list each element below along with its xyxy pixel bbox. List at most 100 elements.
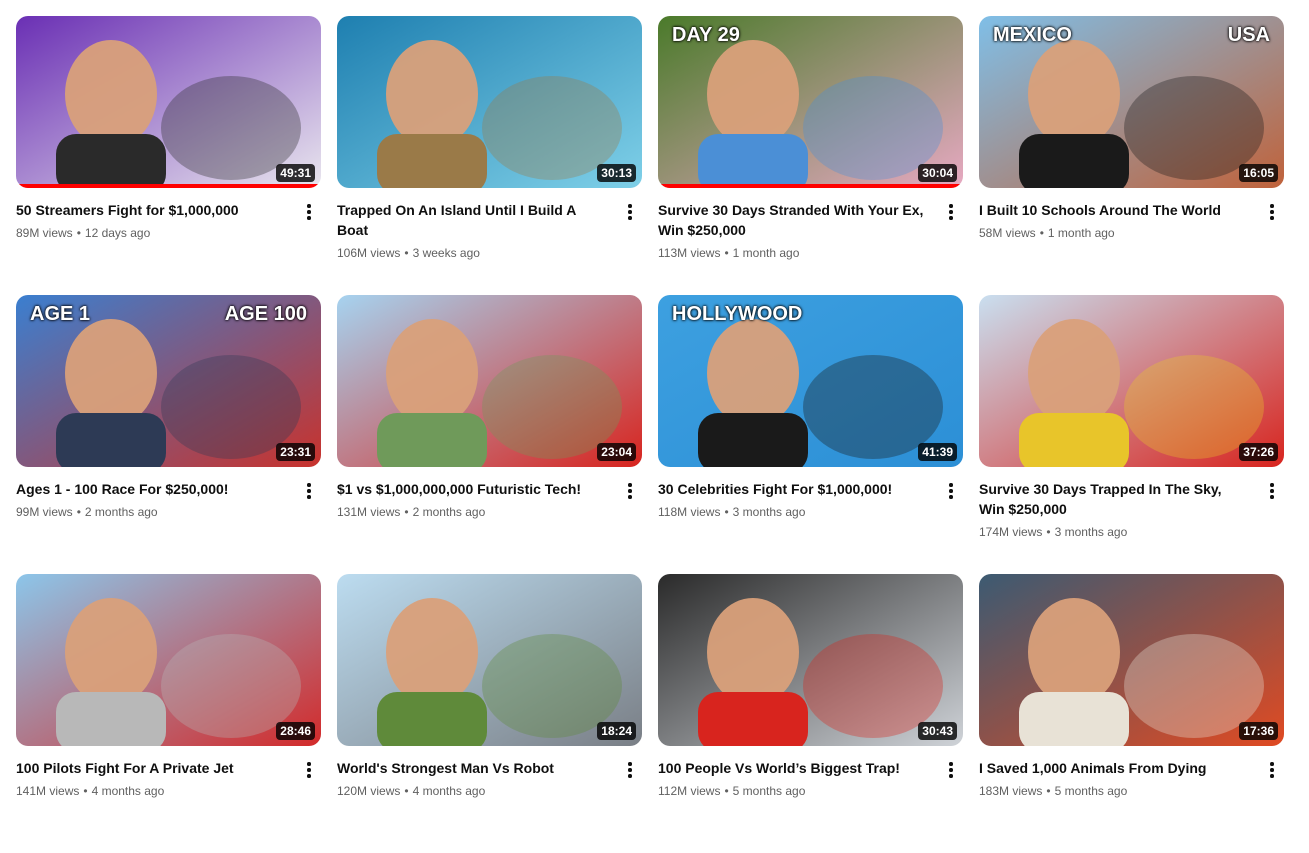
duration-badge: 17:36 [1239,722,1278,740]
video-details: Ages 1 - 100 Race For $250,000! 99M views… [16,479,321,521]
more-vert-icon[interactable] [939,479,963,503]
video-title[interactable]: 100 Pilots Fight For A Private Jet [16,758,287,778]
video-title[interactable]: Ages 1 - 100 Race For $250,000! [16,479,287,499]
duration-badge: 49:31 [276,164,315,182]
thumbnail-image [979,295,1284,467]
thumbnail-image [979,574,1284,746]
video-title[interactable]: Survive 30 Days Stranded With Your Ex, W… [658,200,929,240]
video-thumbnail[interactable]: 17:36 [979,574,1284,746]
upload-age: 5 months ago [732,784,806,798]
video-title[interactable]: 100 People Vs World’s Biggest Trap! [658,758,929,778]
view-count: 58M views [979,226,1036,240]
separator-dot: • [83,784,88,798]
video-card[interactable]: 17:36 I Saved 1,000 Animals From Dying 183… [979,574,1284,853]
video-card[interactable]: 30:43 100 People Vs World’s Biggest Trap!… [658,574,963,853]
video-card[interactable]: AGE 1 AGE 100 23:31 Ages 1 - 100 Race For $… [16,295,321,574]
video-details: Trapped On An Island Until I Build A Boa… [337,200,642,262]
more-vert-icon[interactable] [939,758,963,782]
video-thumbnail[interactable]: AGE 1 AGE 100 23:31 [16,295,321,467]
video-card[interactable]: MEXICO USA 16:05 I Built 10 Schools Around … [979,16,1284,295]
video-stats: 120M views • 4 months ago [337,782,608,800]
video-stats: 118M views • 3 months ago [658,503,929,521]
video-details: 100 Pilots Fight For A Private Jet 141M v… [16,758,321,800]
view-count: 183M views [979,784,1043,798]
more-vert-icon[interactable] [618,200,642,224]
video-title[interactable]: Survive 30 Days Trapped In The Sky, Win … [979,479,1250,519]
separator-dot: • [404,784,409,798]
more-vert-icon[interactable] [297,758,321,782]
video-thumbnail[interactable]: 30:43 [658,574,963,746]
thumbnail-caption: AGE 1 [30,303,91,325]
video-thumbnail[interactable]: 37:26 [979,295,1284,467]
video-thumbnail[interactable]: DAY 29 30:04 [658,16,963,188]
video-stats: 58M views • 1 month ago [979,224,1250,242]
video-stats: 106M views • 3 weeks ago [337,244,608,262]
video-thumbnail[interactable]: MEXICO USA 16:05 [979,16,1284,188]
separator-dot: • [404,246,409,260]
video-stats: 112M views • 5 months ago [658,782,929,800]
separator-dot: • [724,784,729,798]
video-title[interactable]: I Built 10 Schools Around The World [979,200,1250,220]
separator-dot: • [724,505,729,519]
duration-badge: 28:46 [276,722,315,740]
video-card[interactable]: HOLLYWOOD 41:39 30 Celebrities Fight For $… [658,295,963,574]
more-vert-icon[interactable] [939,200,963,224]
upload-age: 5 months ago [1054,784,1128,798]
video-thumbnail[interactable]: 23:04 [337,295,642,467]
thumbnail-caption: DAY 29 [672,24,740,46]
video-thumbnail[interactable]: HOLLYWOOD 41:39 [658,295,963,467]
upload-age: 2 months ago [412,505,486,519]
view-count: 106M views [337,246,401,260]
separator-dot: • [76,505,81,519]
video-thumbnail[interactable]: 30:13 [337,16,642,188]
more-vert-icon[interactable] [1260,200,1284,224]
video-stats: 99M views • 2 months ago [16,503,287,521]
thumbnail-caption-secondary: AGE 100 [224,303,307,325]
video-card[interactable]: 30:13 Trapped On An Island Until I Build … [337,16,642,295]
upload-age: 1 month ago [732,246,800,260]
separator-dot: • [404,505,409,519]
duration-badge: 41:39 [918,443,957,461]
video-thumbnail[interactable]: 18:24 [337,574,642,746]
duration-badge: 30:43 [918,722,957,740]
separator-dot: • [1039,226,1044,240]
view-count: 99M views [16,505,73,519]
more-vert-icon[interactable] [618,479,642,503]
thumbnail-caption: HOLLYWOOD [672,303,803,325]
video-thumbnail[interactable]: 28:46 [16,574,321,746]
duration-badge: 30:13 [597,164,636,182]
video-title[interactable]: 30 Celebrities Fight For $1,000,000! [658,479,929,499]
video-thumbnail[interactable]: 49:31 [16,16,321,188]
more-vert-icon[interactable] [618,758,642,782]
video-stats: 113M views • 1 month ago [658,244,929,262]
video-stats: 141M views • 4 months ago [16,782,287,800]
video-card[interactable]: 23:04 $1 vs $1,000,000,000 Futuristic Tec… [337,295,642,574]
video-title[interactable]: Trapped On An Island Until I Build A Boa… [337,200,608,240]
separator-dot: • [724,246,729,260]
video-card[interactable]: 28:46 100 Pilots Fight For A Private Jet 1… [16,574,321,853]
video-title[interactable]: 50 Streamers Fight for $1,000,000 [16,200,287,220]
video-details: I Saved 1,000 Animals From Dying 183M vie… [979,758,1284,800]
video-title[interactable]: World's Strongest Man Vs Robot [337,758,608,778]
duration-badge: 16:05 [1239,164,1278,182]
more-vert-icon[interactable] [297,479,321,503]
upload-age: 3 months ago [1054,525,1128,539]
view-count: 120M views [337,784,401,798]
more-vert-icon[interactable] [1260,479,1284,503]
duration-badge: 23:04 [597,443,636,461]
video-stats: 183M views • 5 months ago [979,782,1250,800]
video-title[interactable]: I Saved 1,000 Animals From Dying [979,758,1250,778]
duration-badge: 37:26 [1239,443,1278,461]
video-card[interactable]: 49:31 50 Streamers Fight for $1,000,000 89… [16,16,321,295]
video-title[interactable]: $1 vs $1,000,000,000 Futuristic Tech! [337,479,608,499]
video-details: $1 vs $1,000,000,000 Futuristic Tech! 131… [337,479,642,521]
video-card[interactable]: 37:26 Survive 30 Days Trapped In The Sky,… [979,295,1284,574]
more-vert-icon[interactable] [297,200,321,224]
upload-age: 4 months ago [412,784,486,798]
more-vert-icon[interactable] [1260,758,1284,782]
video-card[interactable]: DAY 29 30:04 Survive 30 Days Stranded With… [658,16,963,295]
video-stats: 131M views • 2 months ago [337,503,608,521]
thumbnail-image [337,295,642,467]
upload-age: 3 months ago [732,505,806,519]
video-card[interactable]: 18:24 World's Strongest Man Vs Robot 120M … [337,574,642,853]
